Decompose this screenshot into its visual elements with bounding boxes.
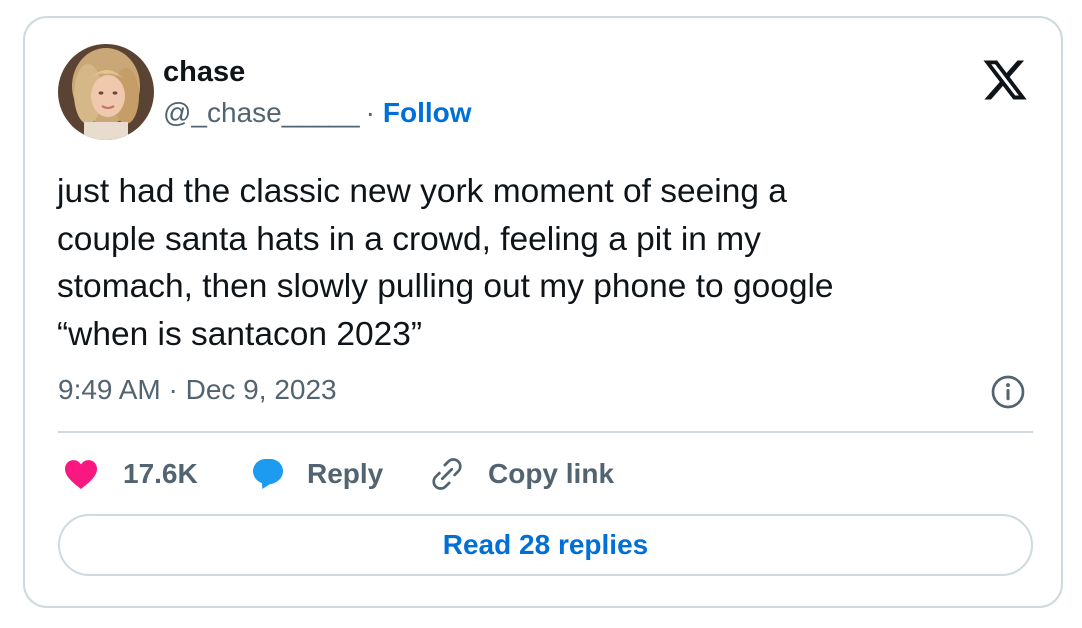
reply-button[interactable]: Reply xyxy=(249,454,383,494)
like-button[interactable]: 17.6K xyxy=(63,454,198,494)
read-replies-button[interactable]: Read 28 replies xyxy=(58,514,1033,576)
tweet-text-line: just had the classic new york moment of … xyxy=(57,173,787,210)
divider xyxy=(58,431,1033,433)
handle-row: @_chase_____ · Follow xyxy=(163,96,472,130)
tweet-text: just had the classic new york moment of … xyxy=(57,168,1042,358)
heart-icon xyxy=(65,460,97,489)
copy-link-label: Copy link xyxy=(488,458,615,489)
tweet-card: chase @_chase_____ · Follow just had the c… xyxy=(23,16,1063,608)
copy-link-button[interactable]: Copy link xyxy=(428,454,614,494)
x-logo-icon[interactable] xyxy=(980,56,1030,104)
avatar-image xyxy=(58,44,154,140)
avatar[interactable] xyxy=(58,44,154,140)
timestamp[interactable]: 9:49 AM · Dec 9, 2023 xyxy=(58,373,337,407)
handle-separator: · xyxy=(365,97,375,128)
reply-label: Reply xyxy=(307,458,384,489)
handle[interactable]: @_chase_____ xyxy=(163,97,360,128)
tweet-text-line: couple santa hats in a crowd, feeling a … xyxy=(57,220,761,258)
tweet-text-line: “when is santacon 2023” xyxy=(57,315,422,353)
speech-bubble-icon xyxy=(253,459,283,489)
info-icon[interactable] xyxy=(990,374,1026,410)
display-name[interactable]: chase xyxy=(163,55,245,89)
tweet-text-line: stomach, then slowly pulling out my phon… xyxy=(57,268,834,305)
link-icon xyxy=(432,458,462,490)
like-count: 17.6K xyxy=(123,458,198,489)
follow-link[interactable]: Follow xyxy=(383,97,472,128)
